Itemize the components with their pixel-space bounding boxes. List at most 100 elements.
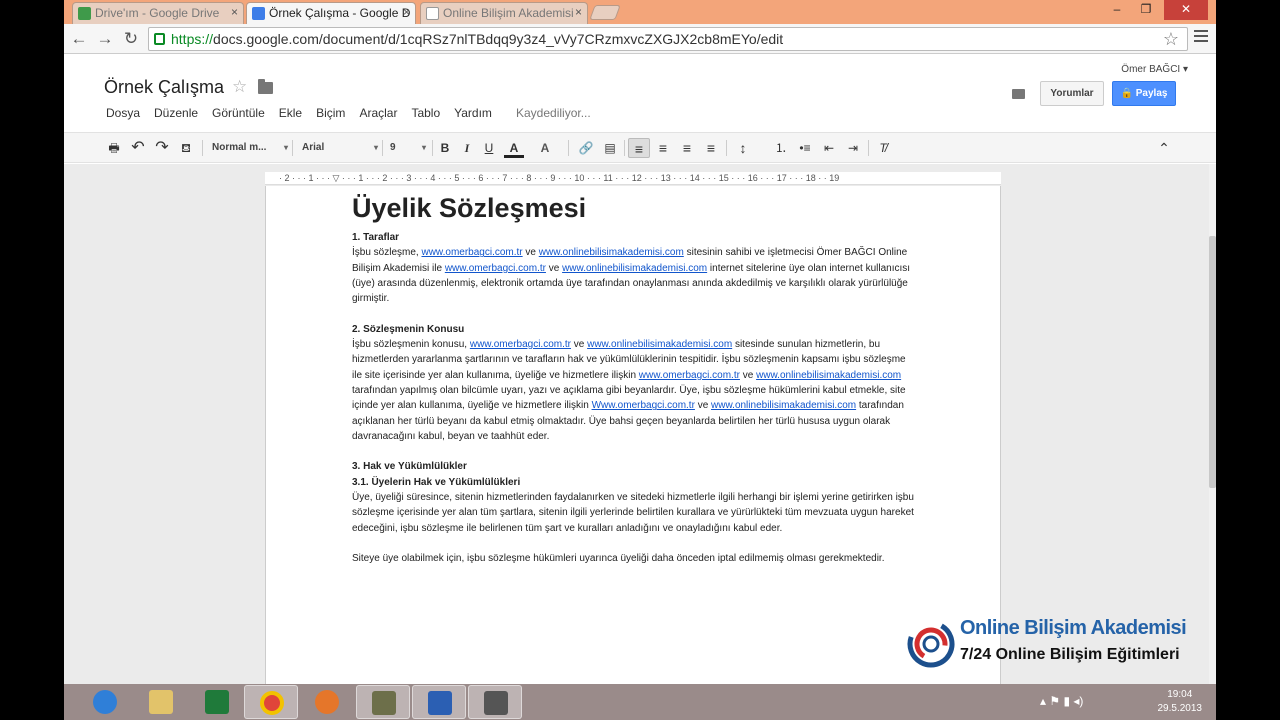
- undo-icon[interactable]: ↶: [128, 138, 148, 158]
- link[interactable]: www.omerbagci.com.tr: [470, 339, 571, 350]
- bulleted-list-button[interactable]: •≡: [794, 138, 816, 158]
- word-icon: [428, 691, 452, 715]
- tab-close-icon[interactable]: ×: [575, 5, 582, 19]
- minimize-button[interactable]: –: [1104, 0, 1130, 20]
- print-icon[interactable]: 🖶: [104, 138, 124, 158]
- letterbox-right: [1216, 0, 1280, 720]
- taskbar-app[interactable]: [356, 685, 410, 719]
- align-right-button[interactable]: ≡: [676, 138, 698, 158]
- text-color-button[interactable]: A: [504, 138, 524, 158]
- tab-close-icon[interactable]: ×: [231, 5, 238, 19]
- section-3-1-title: 3.1. Üyelerin Hak ve Yükümlülükleri: [352, 476, 521, 488]
- underline-button[interactable]: U: [480, 138, 498, 158]
- clear-formatting-button[interactable]: T̸: [872, 138, 894, 158]
- paint-format-icon[interactable]: ⛾: [176, 138, 196, 158]
- chrome-icon: [260, 691, 284, 715]
- bold-button[interactable]: B: [436, 138, 454, 158]
- document-body[interactable]: Üyelik Sözleşmesi 1. Taraflar İşbu sözle…: [352, 190, 918, 567]
- tab-online-bilisim[interactable]: Online Bilişim Akademisi ×: [420, 2, 588, 24]
- style-value: Normal m...: [212, 142, 267, 153]
- highlight-color-button[interactable]: A: [536, 138, 554, 158]
- section-1-text: İşbu sözleşme, www.omerbagci.com.tr ve w…: [352, 247, 911, 305]
- link[interactable]: www.omerbagci.com.tr: [421, 247, 522, 258]
- taskbar-chrome[interactable]: [244, 685, 298, 719]
- numbered-list-button[interactable]: ⒈: [770, 138, 792, 158]
- link[interactable]: Www.omerbagci.com.tr: [592, 400, 695, 411]
- folder-icon[interactable]: [258, 79, 273, 94]
- url-scheme: https://: [171, 31, 214, 47]
- toolbar-divider: [624, 140, 625, 156]
- tab-document[interactable]: Örnek Çalışma - Google D ×: [246, 2, 416, 24]
- firefox-icon: [315, 690, 339, 714]
- italic-button[interactable]: I: [458, 138, 476, 158]
- chat-icon[interactable]: [1012, 89, 1025, 99]
- menu-tools[interactable]: Araçlar: [359, 106, 397, 120]
- address-bar[interactable]: https://docs.google.com/document/d/1cqRS…: [148, 27, 1188, 51]
- scrollbar-thumb[interactable]: [1209, 236, 1216, 488]
- redo-icon[interactable]: ↷: [152, 138, 172, 158]
- link[interactable]: www.omerbagci.com.tr: [639, 370, 740, 381]
- taskbar-app-2[interactable]: [468, 685, 522, 719]
- align-center-button[interactable]: ≡: [652, 138, 674, 158]
- tab-drive[interactable]: Drive'ım - Google Drive ×: [72, 2, 244, 24]
- clock[interactable]: 19:04 29.5.2013: [1158, 688, 1203, 716]
- close-window-button[interactable]: ✕: [1164, 0, 1208, 20]
- menu-table[interactable]: Tablo: [411, 106, 440, 120]
- taskbar-excel[interactable]: [190, 685, 244, 719]
- line-spacing-button[interactable]: ↕: [730, 138, 756, 158]
- comments-button[interactable]: Yorumlar: [1040, 81, 1104, 106]
- increase-indent-button[interactable]: ⇥: [842, 138, 864, 158]
- insert-comment-icon[interactable]: ▤: [600, 138, 620, 158]
- chrome-menu-icon[interactable]: [1194, 30, 1208, 45]
- link[interactable]: www.onlinebilisimakademisi.com: [756, 370, 901, 381]
- link[interactable]: www.onlinebilisimakademisi.com: [587, 339, 732, 350]
- taskbar: ▴ ⚑ ▮ ◂) 19:04 29.5.2013: [64, 684, 1216, 720]
- menu-edit[interactable]: Düzenle: [154, 106, 198, 120]
- date: 29.5.2013: [1157, 703, 1203, 714]
- maximize-button[interactable]: ❐: [1132, 0, 1160, 20]
- collapse-toolbar-icon[interactable]: ⌃: [1154, 138, 1174, 158]
- docs-favicon-icon: [252, 7, 265, 20]
- menu-view[interactable]: Görüntüle: [212, 106, 265, 120]
- link[interactable]: www.onlinebilisimakademisi.com: [539, 247, 684, 258]
- align-left-button[interactable]: ≡: [628, 138, 650, 158]
- back-button[interactable]: ←: [68, 28, 90, 50]
- forward-button[interactable]: →: [94, 28, 116, 50]
- style-dropdown[interactable]: Normal m... ▾: [212, 139, 288, 157]
- menu-insert[interactable]: Ekle: [279, 106, 302, 120]
- new-tab-button[interactable]: [589, 5, 621, 20]
- app-icon: [372, 691, 396, 715]
- system-tray[interactable]: ▴ ⚑ ▮ ◂): [1040, 694, 1083, 708]
- tab-label: Örnek Çalışma - Google D: [269, 6, 411, 20]
- bookmark-star-icon[interactable]: ☆: [1163, 28, 1179, 50]
- decrease-indent-button[interactable]: ⇤: [818, 138, 840, 158]
- link[interactable]: www.omerbagci.com.tr: [445, 263, 546, 274]
- watermark-title: Online Bilişim Akademisi: [960, 617, 1187, 639]
- ruler[interactable]: · 2 · · · 1 · · · ▽ · · · 1 · · · 2 · · …: [265, 172, 1001, 185]
- section-2-title: 2. Sözleşmenin Konusu: [352, 323, 465, 335]
- url-text: docs.google.com/document/d/1cqRSz7nlTBdq…: [213, 31, 784, 47]
- taskbar-firefox[interactable]: [300, 685, 354, 719]
- document-page[interactable]: Üyelik Sözleşmesi 1. Taraflar İşbu sözle…: [265, 186, 1001, 706]
- reload-button[interactable]: ↻: [120, 28, 142, 50]
- share-button[interactable]: 🔒 Paylaş: [1112, 81, 1176, 106]
- font-size-dropdown[interactable]: 9 ▾: [390, 139, 426, 157]
- star-icon[interactable]: ☆: [232, 77, 247, 97]
- justify-button[interactable]: ≡: [700, 138, 722, 158]
- menu-format[interactable]: Biçim: [316, 106, 345, 120]
- menu-file[interactable]: Dosya: [106, 106, 140, 120]
- user-account-menu[interactable]: Ömer BAĞCI ▾: [1121, 64, 1188, 75]
- link[interactable]: www.onlinebilisimakademisi.com: [562, 263, 707, 274]
- tab-close-icon[interactable]: ×: [403, 5, 410, 19]
- menu-help[interactable]: Yardım: [454, 106, 492, 120]
- link[interactable]: www.onlinebilisimakademisi.com: [711, 400, 856, 411]
- dropdown-arrow-icon: ▾: [421, 143, 426, 152]
- taskbar-file-explorer[interactable]: [134, 685, 188, 719]
- font-dropdown[interactable]: Arial ▾: [302, 139, 378, 157]
- tab-label: Drive'ım - Google Drive: [95, 6, 220, 20]
- letterbox-left: [0, 0, 64, 720]
- document-title[interactable]: Örnek Çalışma: [104, 77, 224, 98]
- taskbar-word[interactable]: [412, 685, 466, 719]
- taskbar-internet-explorer[interactable]: [78, 685, 132, 719]
- link-icon[interactable]: 🔗: [576, 138, 596, 158]
